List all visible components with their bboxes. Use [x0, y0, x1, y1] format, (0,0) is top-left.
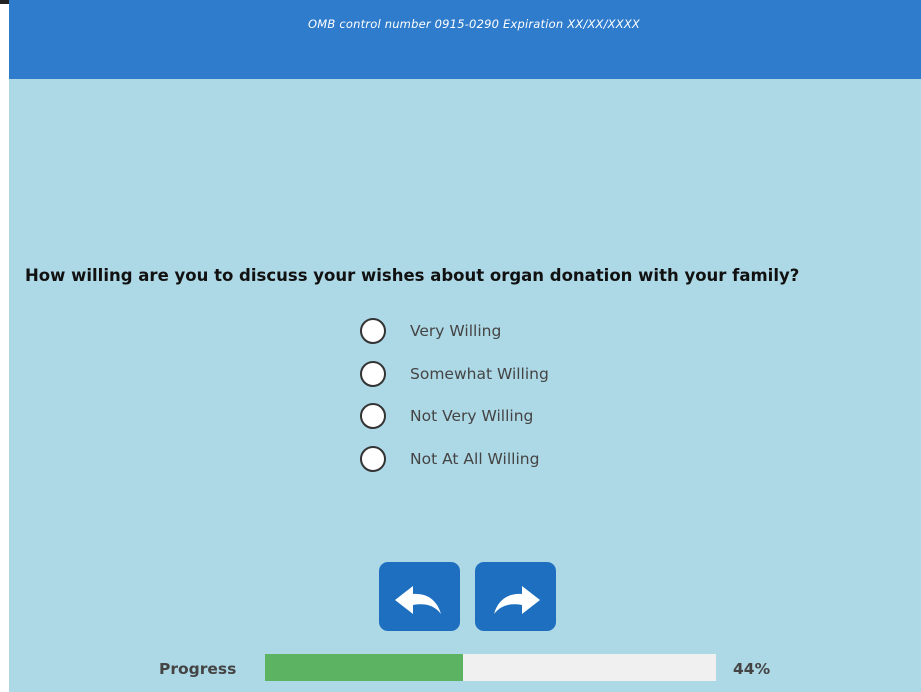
- progress-percent: 44%: [733, 660, 771, 678]
- radio-button[interactable]: [360, 403, 386, 429]
- option-label: Very Willing: [410, 322, 502, 340]
- back-arrow-icon: [395, 586, 441, 614]
- back-button[interactable]: [379, 562, 460, 631]
- radio-button[interactable]: [360, 361, 386, 387]
- progress-fill: [265, 654, 464, 681]
- progress-bar: [265, 654, 716, 681]
- progress-label: Progress: [159, 660, 237, 678]
- header-bar: OMB control number 0915-0290 Expiration …: [9, 0, 921, 79]
- radio-button[interactable]: [360, 446, 386, 472]
- survey-page: [9, 0, 921, 692]
- omb-notice: OMB control number 0915-0290 Expiration …: [308, 17, 640, 31]
- radio-button[interactable]: [360, 318, 386, 344]
- option-label: Not Very Willing: [410, 407, 534, 425]
- question-text: How willing are you to discuss your wish…: [25, 266, 800, 285]
- option-label: Somewhat Willing: [410, 365, 549, 383]
- corner-mark: [0, 0, 9, 4]
- next-button[interactable]: [475, 562, 556, 631]
- forward-arrow-icon: [494, 586, 540, 614]
- option-label: Not At All Willing: [410, 450, 540, 468]
